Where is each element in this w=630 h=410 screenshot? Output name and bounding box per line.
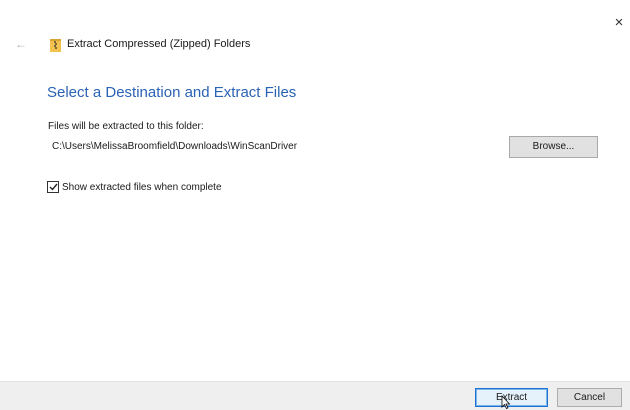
dialog-footer: Extract Cancel	[0, 381, 630, 410]
page-heading: Select a Destination and Extract Files	[47, 84, 297, 101]
back-arrow-icon: ←	[15, 37, 27, 51]
back-button[interactable]: ←	[14, 37, 28, 51]
destination-label: Files will be extracted to this folder:	[48, 121, 204, 132]
extract-dialog: × ← Extract Compressed (Zipped) Folders …	[0, 0, 630, 410]
cancel-button[interactable]: Cancel	[557, 388, 622, 407]
show-extracted-files-checkbox[interactable]	[47, 181, 59, 193]
extract-button[interactable]: Extract	[475, 388, 548, 407]
zip-folder-icon	[50, 39, 61, 52]
checkmark-icon	[49, 183, 58, 191]
destination-path-field[interactable]: C:\Users\MelissaBroomfield\Downloads\Win…	[52, 141, 297, 152]
show-extracted-files-option[interactable]: Show extracted files when complete	[47, 180, 222, 194]
close-button[interactable]: ×	[610, 14, 628, 32]
browse-button[interactable]: Browse...	[509, 136, 598, 158]
close-icon: ×	[614, 14, 624, 31]
window-title: Extract Compressed (Zipped) Folders	[67, 38, 251, 50]
show-extracted-files-label: Show extracted files when complete	[62, 181, 222, 193]
